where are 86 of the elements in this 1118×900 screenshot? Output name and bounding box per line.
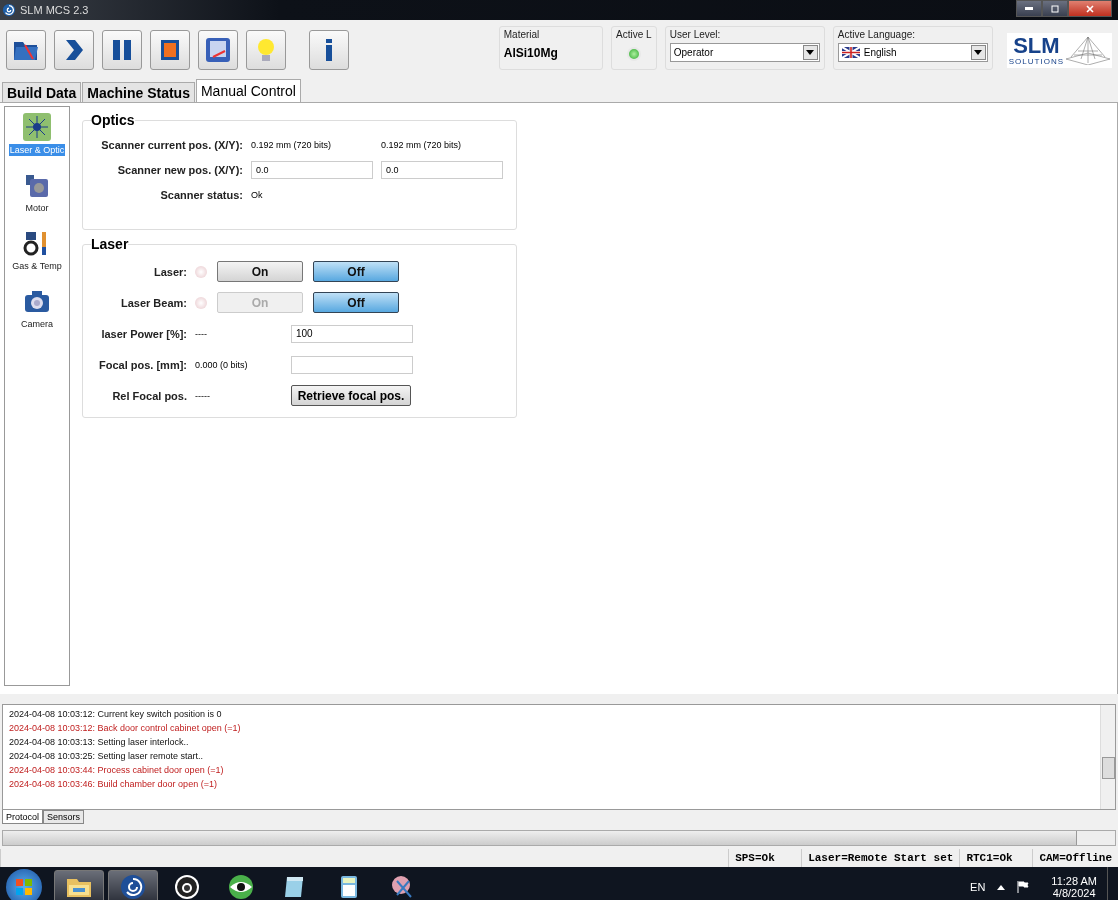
taskbar-app[interactable] [108, 870, 158, 900]
logo-wordmark: SLM [1013, 34, 1060, 57]
language-indicator[interactable]: EN [970, 881, 986, 893]
minimize-button[interactable] [1016, 0, 1042, 17]
field-label: laser Power [%]: [100, 327, 187, 340]
monitor-icon [203, 35, 233, 65]
monitor-button[interactable] [198, 30, 238, 70]
active-language-label: Active Language: [837, 29, 917, 40]
play-button[interactable] [54, 30, 94, 70]
flag-icon [841, 47, 860, 58]
field-label: Laser Beam: [119, 296, 187, 309]
light-bulb-button[interactable] [246, 30, 286, 70]
info-button[interactable] [309, 30, 349, 70]
input-field[interactable] [291, 355, 413, 374]
window-title: SLM MCS 2.3 [20, 4, 89, 16]
off-button[interactable]: Off [313, 261, 399, 282]
sidebar-label: Camera [20, 318, 54, 330]
starburst-icon [23, 113, 51, 141]
log-entry: 2024-04-08 10:03:12: Current key switch position is 0 [9, 708, 223, 721]
start-button[interactable] [6, 869, 42, 900]
sidebar-label: Motor [24, 202, 50, 214]
camera-icon [173, 873, 201, 900]
material-label: Material [503, 29, 541, 40]
info-icon [325, 38, 333, 62]
sidebar-item[interactable]: Gas & Temp [11, 229, 63, 272]
windows-icon [14, 877, 34, 897]
swirl-icon [119, 873, 147, 900]
flag-icon[interactable] [1017, 881, 1030, 893]
clock-time: 11:28 AM [1051, 875, 1097, 887]
folder-button[interactable] [6, 30, 46, 70]
group-title: Optics [91, 112, 135, 128]
sidebar-item[interactable]: Camera [20, 287, 54, 330]
caret-icon [974, 50, 983, 55]
position-reading: 0.192 mm (720 bits) [251, 139, 333, 150]
taskbar-app[interactable] [54, 870, 104, 900]
log-entry: 2024-04-08 10:03:25: Setting laser remote start.. [9, 750, 205, 763]
tab[interactable]: Build Data [2, 82, 82, 102]
reading-value: ---- [195, 328, 208, 339]
sidebar-label: Gas & Temp [11, 260, 63, 272]
tab[interactable]: Sensors [43, 810, 85, 824]
eye-icon [227, 873, 255, 900]
on-button[interactable]: On [217, 261, 303, 282]
clock-date: 4/8/2024 [1052, 887, 1096, 899]
field-label: Focal pos. [mm]: [98, 358, 187, 371]
close-icon [1085, 3, 1095, 14]
input-field[interactable]: 0.0 [251, 160, 373, 179]
retrieve-button[interactable]: Retrieve focal pos. [291, 385, 411, 406]
field-label: Laser: [152, 265, 187, 278]
user-level-label: User Level: [669, 29, 722, 40]
restore-icon [1050, 3, 1060, 14]
log-entry: 2024-04-08 10:03:46: Build chamber door open (=1) [9, 778, 218, 791]
field-label: Scanner current pos. (X/Y): [100, 138, 243, 151]
sidebar-label: Laser & Optic [8, 144, 66, 156]
stop-button[interactable] [150, 30, 190, 70]
group-title: Laser [91, 236, 129, 252]
off-button[interactable]: Off [313, 292, 399, 313]
input-field[interactable]: 0.0 [381, 160, 503, 179]
scrollbar[interactable] [2, 830, 1116, 846]
reading-value: ----- [195, 390, 211, 401]
restore-button[interactable] [1042, 0, 1068, 17]
tab[interactable]: Manual Control [195, 79, 301, 102]
material-value: AlSi10Mg [503, 46, 559, 60]
logo-tagline: SOLUTIONS [1008, 56, 1064, 66]
field-label: Scanner status: [159, 188, 243, 201]
swirl-icon [2, 3, 16, 17]
position-reading: 0.192 mm (720 bits) [381, 139, 463, 150]
status-value: Ok [251, 189, 264, 200]
input-field[interactable]: 100 [291, 324, 413, 343]
active-l-label: Active L [615, 29, 652, 40]
caret-icon [806, 50, 815, 55]
mesh-icon [1066, 35, 1110, 65]
sidebar-item[interactable]: Motor [23, 171, 51, 214]
language-dropdown[interactable]: English [837, 43, 988, 62]
reading-value: 0.000 (0 bits) [195, 359, 249, 370]
field-label: Rel Focal pos. [111, 389, 187, 402]
field-label: Scanner new pos. (X/Y): [116, 163, 243, 176]
minimize-icon [1025, 7, 1033, 10]
close-button[interactable] [1068, 0, 1112, 17]
log-entry: 2024-04-08 10:03:44: Process cabinet door open (=1) [9, 764, 225, 777]
user-level-dropdown[interactable]: Operator [669, 43, 820, 62]
log-entry: 2024-04-08 10:03:13: Setting laser interlock.. [9, 736, 190, 749]
log-entry: 2024-04-08 10:03:12: Back door control cabinet open (=1) [9, 722, 242, 735]
pause-button[interactable] [102, 30, 142, 70]
tab[interactable]: Machine Status [82, 82, 195, 102]
caret-icon[interactable] [997, 884, 1006, 890]
tab[interactable]: Protocol [2, 810, 44, 824]
